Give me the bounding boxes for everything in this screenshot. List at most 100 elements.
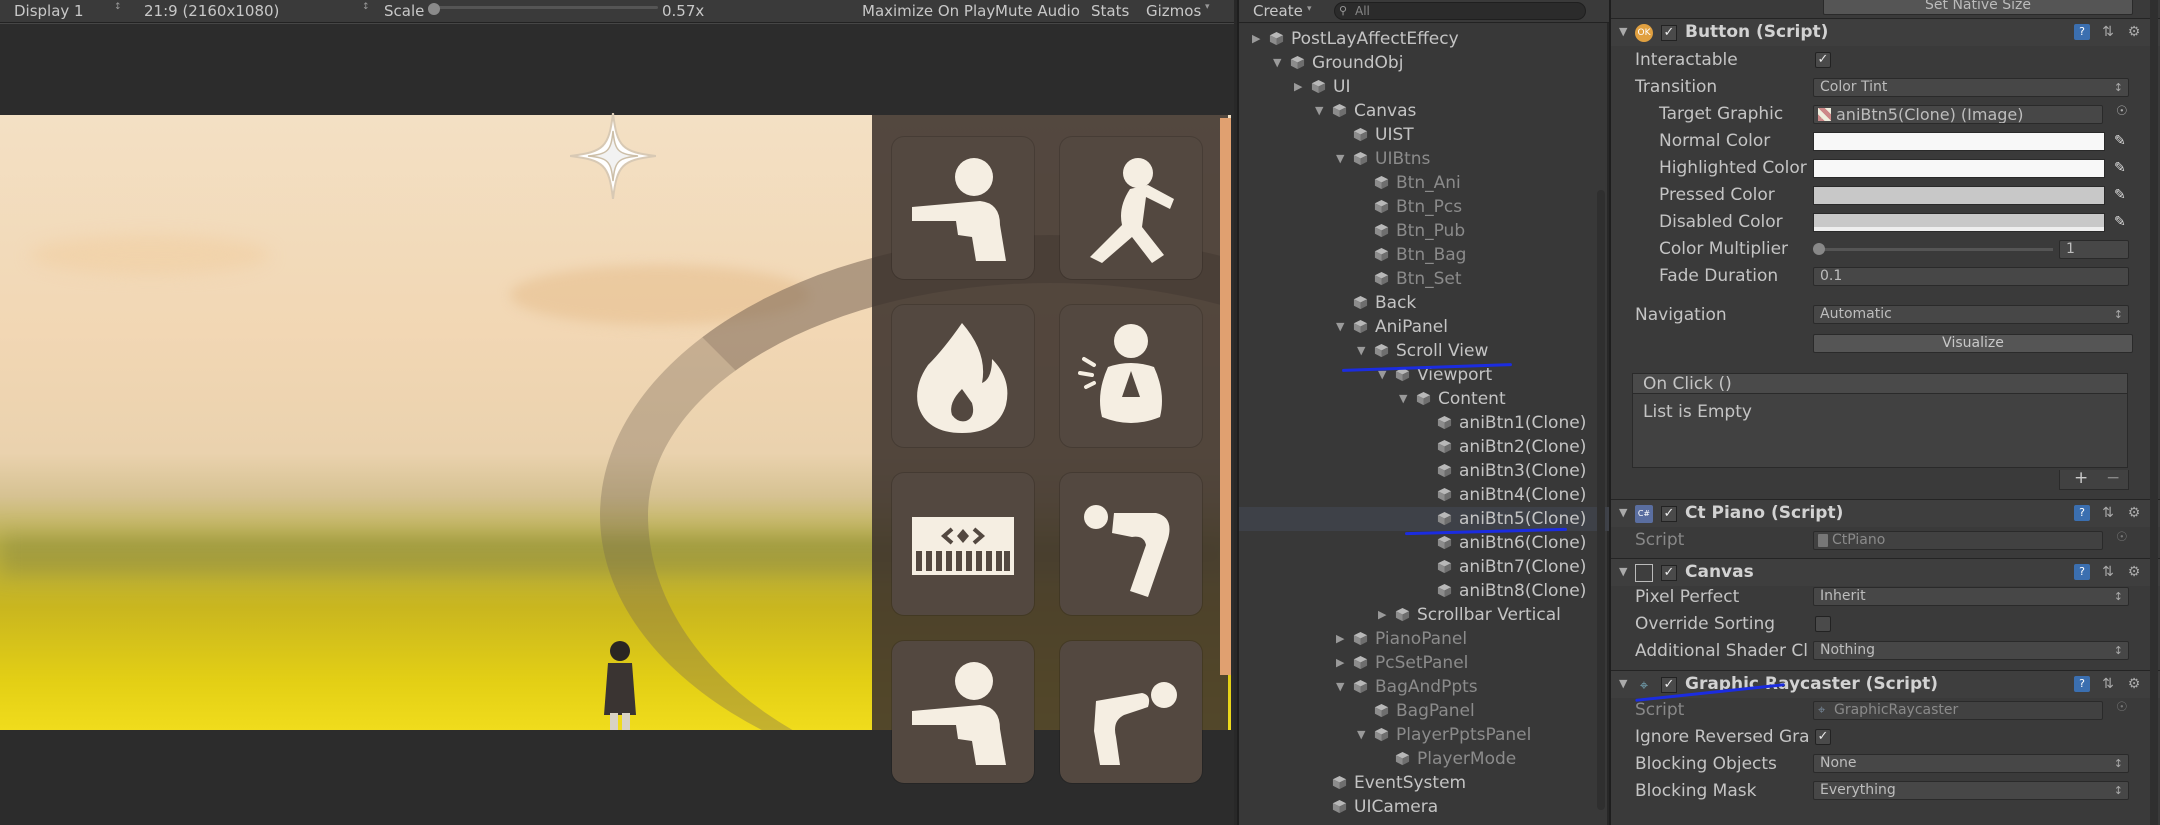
hierarchy-search-input[interactable]: ⚲ All xyxy=(1334,2,1586,20)
hierarchy-item[interactable]: ▶ PostLayAffectEffecy xyxy=(1239,27,1609,51)
hierarchy-item[interactable]: aniBtn3(Clone) xyxy=(1239,459,1609,483)
stats-toggle[interactable]: Stats xyxy=(1091,2,1129,20)
eyedropper-icon[interactable]: ✎ xyxy=(2114,215,2128,229)
eyedropper-icon[interactable]: ✎ xyxy=(2114,134,2128,148)
inspector-scrollbar[interactable] xyxy=(2150,0,2158,825)
expand-arrow-icon[interactable]: ▼ xyxy=(1357,723,1365,747)
ani-button-bow-2[interactable] xyxy=(1060,641,1202,783)
hierarchy-item[interactable]: Btn_Ani xyxy=(1239,171,1609,195)
help-icon[interactable]: ? xyxy=(2074,676,2090,692)
scale-slider[interactable] xyxy=(428,6,658,9)
hierarchy-item[interactable]: Btn_Pub xyxy=(1239,219,1609,243)
preset-icon[interactable]: ⇅ xyxy=(2100,505,2116,521)
transition-dropdown[interactable]: Color Tint xyxy=(1813,78,2129,97)
help-icon[interactable]: ? xyxy=(2074,505,2090,521)
slider-handle[interactable] xyxy=(1813,243,1825,255)
canvas-component-header[interactable]: ▼ ✓ Canvas ? ⇅ ⚙ xyxy=(1611,558,2160,586)
gear-icon[interactable]: ⚙ xyxy=(2126,24,2142,40)
hierarchy-item[interactable]: PlayerMode xyxy=(1239,747,1609,771)
expand-arrow-icon[interactable]: ▼ xyxy=(1273,51,1281,75)
create-dropdown[interactable]: Create xyxy=(1253,2,1303,20)
hierarchy-item[interactable]: ▶ PcSetPanel xyxy=(1239,651,1609,675)
expand-triangle-icon[interactable]: ▼ xyxy=(1619,677,1627,690)
mute-audio-toggle[interactable]: Mute Audio xyxy=(995,2,1080,20)
collapse-arrow-icon[interactable]: ▶ xyxy=(1378,603,1386,627)
aspect-dropdown[interactable]: 21:9 (2160x1080) xyxy=(144,2,279,20)
hierarchy-item[interactable]: EventSystem xyxy=(1239,771,1609,795)
hierarchy-item[interactable]: ▼ BagAndPpts xyxy=(1239,675,1609,699)
blocking-objects-dropdown[interactable]: None xyxy=(1813,754,2129,773)
ani-button-pray[interactable] xyxy=(1060,305,1202,447)
normal-color-swatch[interactable] xyxy=(1813,132,2105,151)
ctpiano-enabled-checkbox[interactable]: ✓ xyxy=(1661,506,1677,522)
hierarchy-item[interactable]: ▼ PlayerPptsPanel xyxy=(1239,723,1609,747)
hierarchy-item[interactable]: ▼ Content xyxy=(1239,387,1609,411)
expand-triangle-icon[interactable]: ▼ xyxy=(1619,506,1627,519)
color-multiplier-slider[interactable] xyxy=(1817,248,2053,251)
button-enabled-checkbox[interactable]: ✓ xyxy=(1661,25,1677,41)
hierarchy-item[interactable]: ▶ PianoPanel xyxy=(1239,627,1609,651)
pixel-perfect-dropdown[interactable]: Inherit xyxy=(1813,587,2129,606)
button-component-header[interactable]: ▼ OK ✓ Button (Script) ? ⇅ ⚙ xyxy=(1611,18,2160,46)
eyedropper-icon[interactable]: ✎ xyxy=(2114,188,2128,202)
hierarchy-item[interactable]: ▼ AniPanel xyxy=(1239,315,1609,339)
override-sorting-checkbox[interactable] xyxy=(1815,616,1831,632)
blocking-mask-dropdown[interactable]: Everything xyxy=(1813,781,2129,800)
expand-arrow-icon[interactable]: ▼ xyxy=(1336,147,1344,171)
remove-event-button[interactable]: − xyxy=(2106,468,2120,488)
expand-arrow-icon[interactable]: ▼ xyxy=(1315,99,1323,123)
ctpiano-component-header[interactable]: ▼ C# ✓ Ct Piano (Script) ? ⇅ ⚙ xyxy=(1611,499,2160,527)
raycaster-enabled-checkbox[interactable]: ✓ xyxy=(1661,677,1677,693)
expand-triangle-icon[interactable]: ▼ xyxy=(1619,25,1627,38)
pressed-color-swatch[interactable] xyxy=(1813,186,2105,205)
collapse-arrow-icon[interactable]: ▶ xyxy=(1336,627,1344,651)
help-icon[interactable]: ? xyxy=(2074,24,2090,40)
hierarchy-item[interactable]: ▼ GroundObj xyxy=(1239,51,1609,75)
expand-triangle-icon[interactable]: ▼ xyxy=(1619,565,1627,578)
interactable-checkbox[interactable]: ✓ xyxy=(1815,52,1831,68)
navigation-dropdown[interactable]: Automatic xyxy=(1813,305,2129,324)
visualize-button[interactable]: Visualize xyxy=(1813,334,2133,353)
expand-arrow-icon[interactable]: ▼ xyxy=(1399,387,1407,411)
disabled-color-swatch[interactable] xyxy=(1813,213,2105,232)
color-multiplier-input[interactable]: 1 xyxy=(2059,240,2129,259)
hierarchy-item[interactable]: ▼ Scroll View xyxy=(1239,339,1609,363)
eyedropper-icon[interactable]: ✎ xyxy=(2114,161,2128,175)
hierarchy-item[interactable]: UICamera xyxy=(1239,795,1609,819)
target-graphic-field[interactable]: aniBtn5(Clone) (Image) xyxy=(1813,105,2103,124)
set-native-size-button[interactable]: Set Native Size xyxy=(1823,0,2133,15)
hierarchy-item[interactable]: aniBtn4(Clone) xyxy=(1239,483,1609,507)
expand-arrow-icon[interactable]: ▼ xyxy=(1357,339,1365,363)
preset-icon[interactable]: ⇅ xyxy=(2100,24,2116,40)
hierarchy-item[interactable]: Btn_Pcs xyxy=(1239,195,1609,219)
expand-arrow-icon[interactable]: ▼ xyxy=(1336,675,1344,699)
hierarchy-item[interactable]: ▼ Canvas xyxy=(1239,99,1609,123)
highlighted-color-swatch[interactable] xyxy=(1813,159,2105,178)
gear-icon[interactable]: ⚙ xyxy=(2126,564,2142,580)
hierarchy-item[interactable]: UIST xyxy=(1239,123,1609,147)
hierarchy-scrollbar[interactable] xyxy=(1597,190,1605,810)
collapse-arrow-icon[interactable]: ▶ xyxy=(1252,27,1260,51)
expand-arrow-icon[interactable]: ▼ xyxy=(1336,315,1344,339)
hierarchy-item[interactable]: ▶ UI xyxy=(1239,75,1609,99)
hierarchy-item[interactable]: ▼ UIBtns xyxy=(1239,147,1609,171)
preset-icon[interactable]: ⇅ xyxy=(2100,564,2116,580)
shader-channels-dropdown[interactable]: Nothing xyxy=(1813,641,2129,660)
display-dropdown[interactable]: Display 1 xyxy=(14,2,84,20)
ani-button-dance[interactable] xyxy=(1060,137,1202,279)
hierarchy-item[interactable]: Btn_Bag xyxy=(1239,243,1609,267)
hierarchy-item[interactable]: aniBtn8(Clone) xyxy=(1239,579,1609,603)
gizmos-dropdown[interactable]: Gizmos xyxy=(1146,2,1201,20)
help-icon[interactable]: ? xyxy=(2074,564,2090,580)
hierarchy-item[interactable]: aniBtn7(Clone) xyxy=(1239,555,1609,579)
hierarchy-item[interactable]: BagPanel xyxy=(1239,699,1609,723)
hierarchy-item[interactable]: aniBtn2(Clone) xyxy=(1239,435,1609,459)
hierarchy-item[interactable]: ▶ Scrollbar Vertical xyxy=(1239,603,1609,627)
ani-button-bow[interactable] xyxy=(1060,473,1202,615)
add-event-button[interactable]: + xyxy=(2074,468,2088,488)
hierarchy-item[interactable]: aniBtn1(Clone) xyxy=(1239,411,1609,435)
ani-button-point-2[interactable] xyxy=(892,641,1034,783)
gear-icon[interactable]: ⚙ xyxy=(2126,505,2142,521)
ignore-reversed-checkbox[interactable]: ✓ xyxy=(1815,729,1831,745)
gear-icon[interactable]: ⚙ xyxy=(2126,676,2142,692)
